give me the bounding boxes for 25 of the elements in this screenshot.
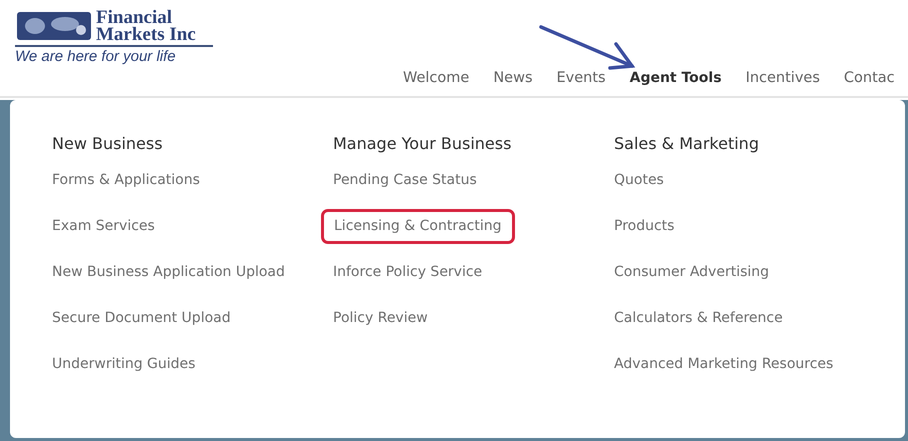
- column-heading: Sales & Marketing: [614, 134, 759, 153]
- logo-name: Financial: [96, 9, 172, 26]
- menu-link[interactable]: Advanced Marketing Resources: [614, 354, 834, 400]
- nav-link[interactable]: Agent Tools: [630, 70, 722, 86]
- logo-name: Markets Inc: [96, 26, 196, 43]
- nav-link[interactable]: Events: [556, 70, 606, 86]
- menu-link[interactable]: Policy Review: [333, 308, 428, 354]
- menu-link[interactable]: Inforce Policy Service: [333, 262, 482, 308]
- menu-link[interactable]: Underwriting Guides: [52, 354, 196, 400]
- menu-link[interactable]: Calculators & Reference: [614, 308, 783, 354]
- menu-link[interactable]: Licensing & Contracting: [321, 209, 515, 244]
- column-heading: Manage Your Business: [333, 134, 512, 153]
- tagline: We are here for your life: [15, 48, 176, 65]
- menu-link[interactable]: Products: [614, 216, 674, 262]
- nav-link[interactable]: News: [493, 70, 533, 86]
- menu-link[interactable]: Exam Services: [52, 216, 155, 262]
- menu-link[interactable]: Secure Document Upload: [52, 308, 231, 354]
- menu-link[interactable]: Quotes: [614, 170, 664, 216]
- menu-link[interactable]: Forms & Applications: [52, 170, 200, 216]
- nav-link[interactable]: Welcome: [403, 70, 470, 86]
- menu-link[interactable]: New Business Application Upload: [52, 262, 285, 308]
- nav-link[interactable]: Incentives: [746, 70, 820, 86]
- column-heading: New Business: [52, 134, 163, 153]
- menu-link[interactable]: Consumer Advertising: [614, 262, 770, 308]
- nav-link[interactable]: Contac: [844, 70, 895, 86]
